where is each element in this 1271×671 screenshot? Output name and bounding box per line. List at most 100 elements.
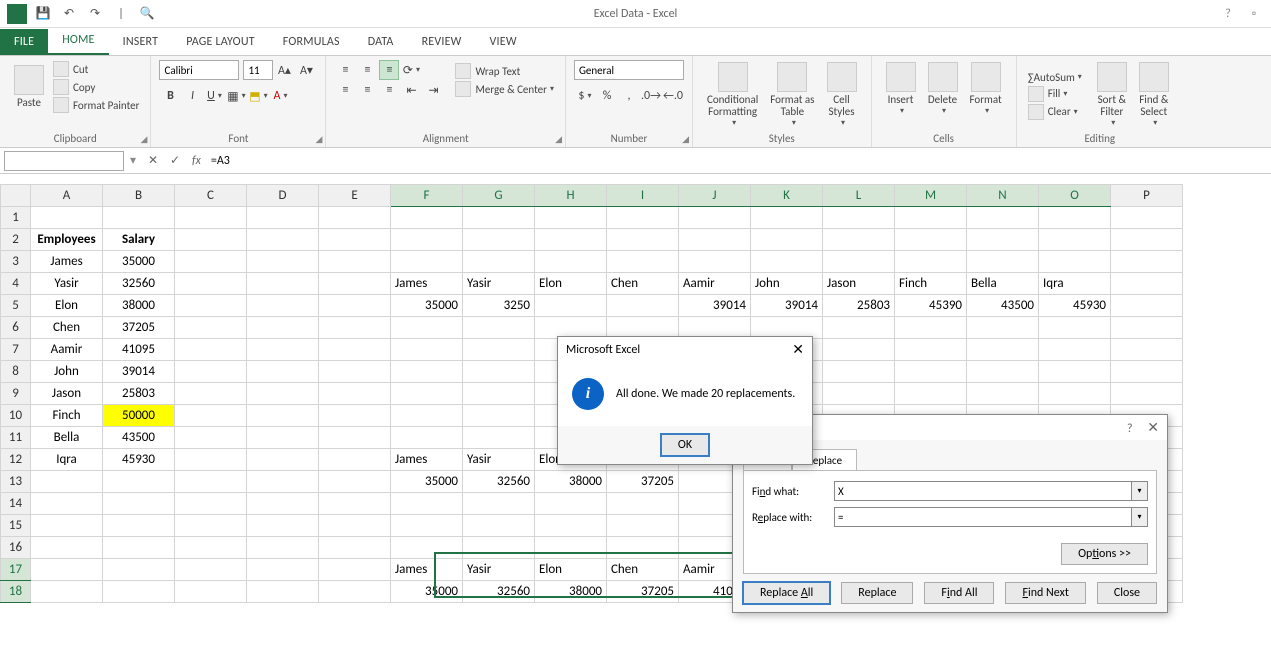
row-header-6[interactable]: 6 <box>1 317 31 339</box>
cell-B10[interactable]: 50000 <box>103 405 175 427</box>
redo-icon[interactable]: ↷ <box>84 3 106 25</box>
underline-button[interactable]: U <box>204 86 224 106</box>
cell-M3[interactable] <box>895 251 967 273</box>
cell-H16[interactable] <box>535 537 607 559</box>
row-header-9[interactable]: 9 <box>1 383 31 405</box>
window-restore-icon[interactable]: ▫ <box>1243 3 1265 25</box>
row-header-7[interactable]: 7 <box>1 339 31 361</box>
cell-D16[interactable] <box>247 537 319 559</box>
font-color-icon[interactable]: A <box>270 86 290 106</box>
cell-B14[interactable] <box>103 493 175 515</box>
cell-K4[interactable]: John <box>751 273 823 295</box>
close-button[interactable]: Close <box>1097 582 1157 604</box>
cell-E12[interactable] <box>319 449 391 471</box>
cell-E9[interactable] <box>319 383 391 405</box>
number-format-input[interactable] <box>574 60 684 80</box>
cell-J5[interactable]: 39014 <box>679 295 751 317</box>
tab-formulas[interactable]: FORMULAS <box>269 29 354 55</box>
cell-B6[interactable]: 37205 <box>103 317 175 339</box>
col-header-A[interactable]: A <box>31 185 103 207</box>
cell-B11[interactable]: 43500 <box>103 427 175 449</box>
cell-L5[interactable]: 25803 <box>823 295 895 317</box>
cell-C11[interactable] <box>175 427 247 449</box>
row-header-18[interactable]: 18 <box>1 581 31 603</box>
col-header-J[interactable]: J <box>679 185 751 207</box>
cell-E5[interactable] <box>319 295 391 317</box>
cell-A14[interactable] <box>31 493 103 515</box>
cell-M6[interactable] <box>895 317 967 339</box>
percent-format-icon[interactable]: % <box>597 86 617 106</box>
cell-D11[interactable] <box>247 427 319 449</box>
cell-D5[interactable] <box>247 295 319 317</box>
col-header-G[interactable]: G <box>463 185 535 207</box>
cell-A4[interactable]: Yasir <box>31 273 103 295</box>
col-header-O[interactable]: O <box>1039 185 1111 207</box>
enter-formula-icon[interactable]: ✓ <box>164 153 186 168</box>
tab-home[interactable]: HOME <box>48 27 108 55</box>
col-header-P[interactable]: P <box>1111 185 1183 207</box>
increase-decimal-icon[interactable]: .0→ <box>641 86 661 106</box>
cell-M5[interactable]: 45390 <box>895 295 967 317</box>
cell-C7[interactable] <box>175 339 247 361</box>
cell-A16[interactable] <box>31 537 103 559</box>
cell-F1[interactable] <box>391 207 463 229</box>
cell-G9[interactable] <box>463 383 535 405</box>
cell-P3[interactable] <box>1111 251 1183 273</box>
increase-indent-icon[interactable]: ⇥ <box>423 80 443 100</box>
cell-P6[interactable] <box>1111 317 1183 339</box>
cell-H13[interactable]: 38000 <box>535 471 607 493</box>
align-center-icon[interactable]: ≡ <box>357 80 377 100</box>
cell-G10[interactable] <box>463 405 535 427</box>
cell-B7[interactable]: 41095 <box>103 339 175 361</box>
cell-O7[interactable] <box>1039 339 1111 361</box>
cell-H15[interactable] <box>535 515 607 537</box>
cell-D2[interactable] <box>247 229 319 251</box>
cell-B15[interactable] <box>103 515 175 537</box>
tab-page-layout[interactable]: PAGE LAYOUT <box>172 29 269 55</box>
cell-E15[interactable] <box>319 515 391 537</box>
cell-G17[interactable]: Yasir <box>463 559 535 581</box>
row-header-5[interactable]: 5 <box>1 295 31 317</box>
cell-O6[interactable] <box>1039 317 1111 339</box>
copy-button[interactable]: Copy <box>50 78 142 96</box>
cell-D13[interactable] <box>247 471 319 493</box>
cell-F5[interactable]: 35000 <box>391 295 463 317</box>
cell-D18[interactable] <box>247 581 319 603</box>
autosum-button[interactable]: ∑ AutoSum <box>1025 70 1085 85</box>
replace-with-input[interactable] <box>834 507 1132 527</box>
cell-E6[interactable] <box>319 317 391 339</box>
accounting-format-icon[interactable]: $ <box>575 86 595 106</box>
align-left-icon[interactable]: ≡ <box>335 80 355 100</box>
cell-L6[interactable] <box>823 317 895 339</box>
cell-G7[interactable] <box>463 339 535 361</box>
cell-E3[interactable] <box>319 251 391 273</box>
cell-G4[interactable]: Yasir <box>463 273 535 295</box>
find-select-button[interactable]: Find & Select <box>1133 60 1175 130</box>
col-header-C[interactable]: C <box>175 185 247 207</box>
fx-icon[interactable]: fx <box>186 154 207 168</box>
cell-L1[interactable] <box>823 207 895 229</box>
cell-D12[interactable] <box>247 449 319 471</box>
cell-F16[interactable] <box>391 537 463 559</box>
cell-E7[interactable] <box>319 339 391 361</box>
cell-L9[interactable] <box>823 383 895 405</box>
cell-F2[interactable] <box>391 229 463 251</box>
cell-O1[interactable] <box>1039 207 1111 229</box>
cell-I17[interactable]: Chen <box>607 559 679 581</box>
cell-G18[interactable]: 32560 <box>463 581 535 603</box>
col-header-K[interactable]: K <box>751 185 823 207</box>
cell-M2[interactable] <box>895 229 967 251</box>
cell-E14[interactable] <box>319 493 391 515</box>
cell-L2[interactable] <box>823 229 895 251</box>
col-header-M[interactable]: M <box>895 185 967 207</box>
decrease-indent-icon[interactable]: ⇤ <box>401 80 421 100</box>
cell-B2[interactable]: Salary <box>103 229 175 251</box>
cell-H18[interactable]: 38000 <box>535 581 607 603</box>
replace-all-button[interactable]: Replace All <box>743 582 830 604</box>
cell-N3[interactable] <box>967 251 1039 273</box>
cell-N8[interactable] <box>967 361 1039 383</box>
cell-P2[interactable] <box>1111 229 1183 251</box>
tab-view[interactable]: VIEW <box>476 29 531 55</box>
align-right-icon[interactable]: ≡ <box>379 80 399 100</box>
cell-styles-button[interactable]: Cell Styles <box>821 60 863 130</box>
